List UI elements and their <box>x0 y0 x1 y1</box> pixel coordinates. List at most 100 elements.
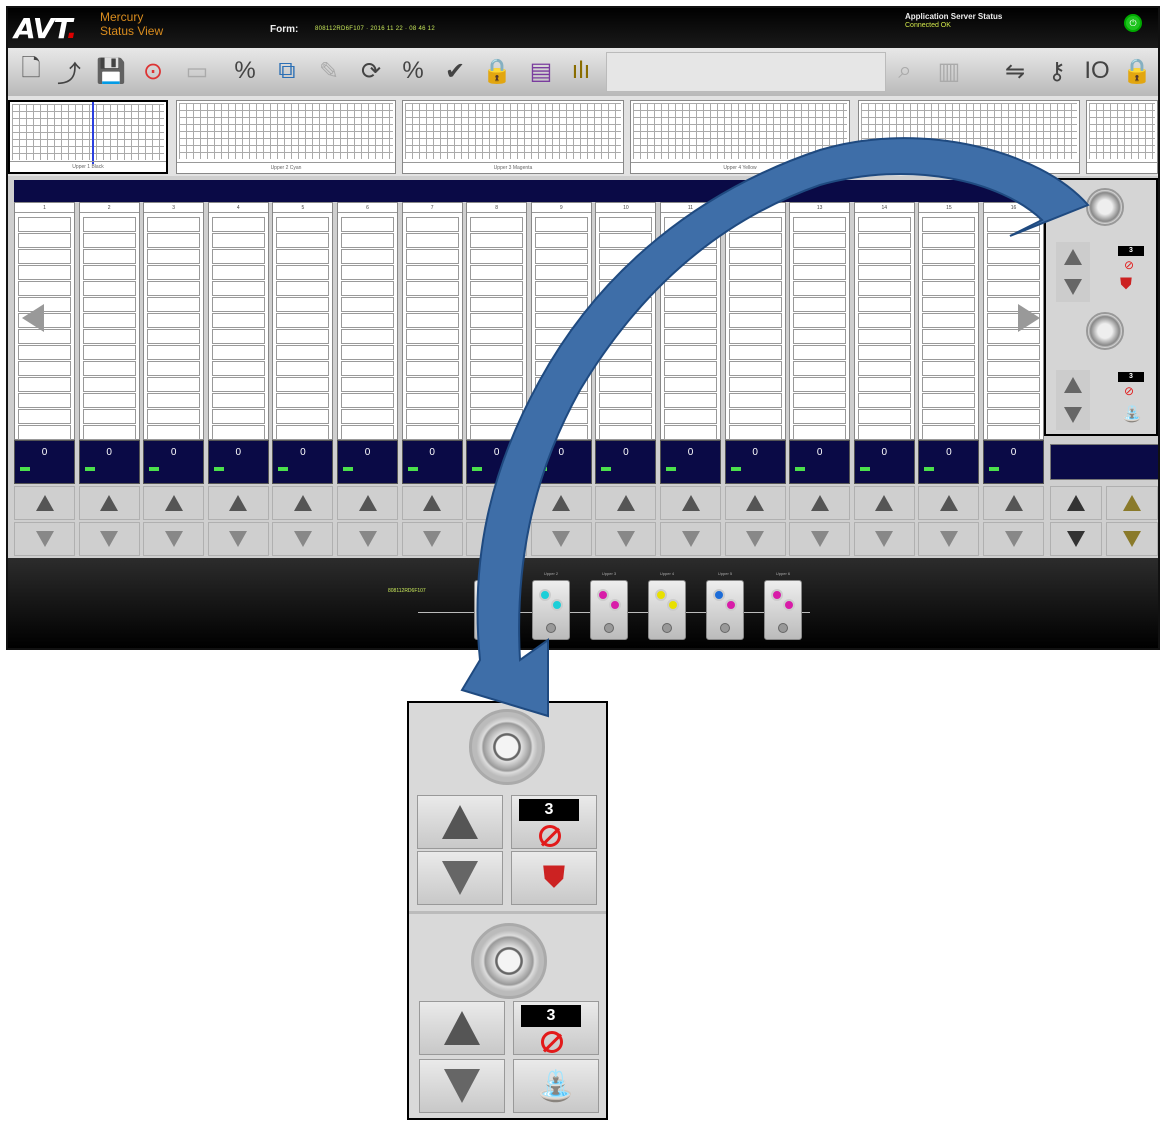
ink-key-column[interactable]: 13 <box>789 202 851 440</box>
key-down-button[interactable] <box>337 522 398 556</box>
padlock-icon[interactable]: 🔒 <box>1120 54 1154 88</box>
key-down-button[interactable] <box>272 522 334 556</box>
io-icon[interactable]: IO <box>1080 54 1114 88</box>
zone-preview[interactable] <box>1086 100 1158 174</box>
key-down-button[interactable] <box>660 522 721 556</box>
power-icon[interactable]: ⏻ <box>1124 14 1142 32</box>
up-arrow-button[interactable] <box>417 795 503 849</box>
key-down-button[interactable] <box>918 522 980 556</box>
up-arrow-button[interactable] <box>1056 370 1090 400</box>
check-icon[interactable]: ✔ <box>438 54 472 88</box>
key-up-button[interactable] <box>14 486 75 520</box>
key-tool-icon[interactable]: ⚷ <box>1040 54 1074 88</box>
all-up-button[interactable] <box>1050 486 1102 520</box>
ink-key-column[interactable]: 15 <box>918 202 980 440</box>
ink-key-column[interactable]: 4 <box>207 202 269 440</box>
ink-key-column[interactable]: 11 <box>660 202 721 440</box>
key-up-button[interactable] <box>853 486 915 520</box>
key-down-button[interactable] <box>724 522 786 556</box>
ink-key-column[interactable]: 8 <box>466 202 528 440</box>
key-up-button[interactable] <box>918 486 980 520</box>
key-down-button[interactable] <box>207 522 269 556</box>
pen-icon[interactable]: ✎ <box>312 54 346 88</box>
printing-unit[interactable]: Upper 6 <box>764 571 802 640</box>
ink-key-column[interactable]: 12 <box>724 202 786 440</box>
key-down-button[interactable] <box>983 522 1044 556</box>
down-arrow-button[interactable] <box>1056 272 1090 302</box>
ink-key-column[interactable]: 5 <box>272 202 334 440</box>
scroll-left-arrow-icon[interactable] <box>22 304 44 332</box>
zone-preview[interactable]: Upper 1 Black <box>8 100 168 174</box>
ink-key-column[interactable]: 6 <box>337 202 398 440</box>
up-arrow-button[interactable] <box>419 1001 505 1055</box>
water-button[interactable]: ⛲ <box>513 1059 599 1113</box>
new-doc-icon[interactable]: 🗋 <box>14 54 48 88</box>
zone-cursor[interactable] <box>92 102 94 164</box>
gauge-icon[interactable] <box>471 923 547 999</box>
bar-chart-icon[interactable]: ▥ <box>932 54 966 88</box>
key-down-button[interactable] <box>466 522 528 556</box>
key-up-button[interactable] <box>337 486 398 520</box>
unit-power-icon[interactable] <box>546 623 556 633</box>
key-up-button[interactable] <box>724 486 786 520</box>
paint-bucket-icon[interactable]: ⛊ <box>1120 276 1132 294</box>
send-icon[interactable]: ⤴ <box>52 54 86 88</box>
zone-preview[interactable] <box>858 100 1080 174</box>
key-up-button[interactable] <box>530 486 592 520</box>
copy-icon[interactable]: ▭ <box>180 54 214 88</box>
ink-key-column[interactable]: 7 <box>401 202 463 440</box>
ink-key-column[interactable]: 10 <box>595 202 657 440</box>
unit-power-icon[interactable] <box>778 623 788 633</box>
gauge-icon[interactable] <box>1086 312 1124 350</box>
ink-key-column[interactable]: 9 <box>530 202 592 440</box>
key-down-button[interactable] <box>530 522 592 556</box>
key-down-button[interactable] <box>143 522 205 556</box>
key-up-button[interactable] <box>272 486 334 520</box>
scroll-right-arrow-icon[interactable] <box>1018 304 1040 332</box>
percent-icon[interactable]: % <box>228 54 262 88</box>
save-icon[interactable]: 💾 <box>94 54 128 88</box>
ink-key-column[interactable]: 3 <box>143 202 205 440</box>
ink-icon[interactable]: ▤ <box>524 54 558 88</box>
key-up-button[interactable] <box>143 486 205 520</box>
key-up-button[interactable] <box>207 486 269 520</box>
key-down-button[interactable] <box>401 522 463 556</box>
transfer-icon[interactable]: ⇋ <box>998 54 1032 88</box>
print-preview-icon[interactable]: ⊙ <box>136 54 170 88</box>
down-arrow-button[interactable] <box>419 1059 505 1113</box>
down-arrow-button[interactable] <box>417 851 503 905</box>
all-down-button[interactable] <box>1050 522 1102 556</box>
unit-power-icon[interactable] <box>488 623 498 633</box>
zone-preview[interactable]: Upper 3 Magenta <box>402 100 624 174</box>
water-tap-icon[interactable]: ⛲ <box>1122 404 1142 424</box>
up-5-button[interactable] <box>1106 486 1158 520</box>
unit-power-icon[interactable] <box>604 623 614 633</box>
down-5-button[interactable] <box>1106 522 1158 556</box>
key-down-button[interactable] <box>14 522 75 556</box>
printing-unit[interactable]: Upper 1 <box>474 571 512 640</box>
key-up-button[interactable] <box>595 486 657 520</box>
key-up-button[interactable] <box>660 486 721 520</box>
zone-preview[interactable]: Upper 4 Yellow <box>630 100 850 174</box>
key-up-button[interactable] <box>466 486 528 520</box>
key-up-button[interactable] <box>78 486 140 520</box>
zone-preview[interactable]: Upper 2 Cyan <box>176 100 396 174</box>
printing-unit[interactable]: Upper 4 <box>648 571 686 640</box>
ratio-icon[interactable]: % <box>396 54 430 88</box>
key-down-button[interactable] <box>789 522 851 556</box>
key-down-button[interactable] <box>853 522 915 556</box>
down-arrow-button[interactable] <box>1056 400 1090 430</box>
lock-icon[interactable]: 🔒 <box>480 54 514 88</box>
unit-power-icon[interactable] <box>720 623 730 633</box>
printing-unit[interactable]: Upper 3 <box>590 571 628 640</box>
ink-key-column[interactable]: 2 <box>78 202 140 440</box>
printing-unit[interactable]: Upper 5 <box>706 571 744 640</box>
key-up-button[interactable] <box>983 486 1044 520</box>
gauge-icon[interactable] <box>469 709 545 785</box>
search-icon[interactable]: ⌕ <box>888 54 922 88</box>
up-arrow-button[interactable] <box>1056 242 1090 272</box>
key-up-button[interactable] <box>401 486 463 520</box>
key-up-button[interactable] <box>789 486 851 520</box>
printing-unit[interactable]: Upper 2 <box>532 571 570 640</box>
copy-pages-icon[interactable]: ⧉ <box>270 54 304 88</box>
